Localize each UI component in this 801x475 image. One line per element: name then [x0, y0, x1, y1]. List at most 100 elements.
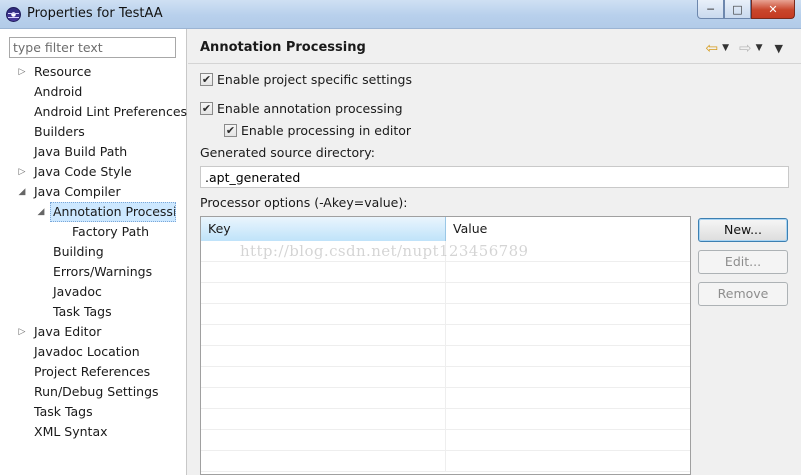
page-nav: ⇦ ▼ ⇨ ▼ ▼ — [706, 39, 783, 57]
tree-item[interactable]: Building — [0, 242, 186, 262]
tree-item[interactable]: Run/Debug Settings — [0, 382, 186, 402]
table-cell — [446, 451, 690, 471]
tree-item-label: Android Lint Preferences — [34, 104, 188, 119]
table-cell — [446, 325, 690, 345]
enable-project-specific-checkbox[interactable]: ✔ — [200, 73, 213, 86]
tree-item[interactable]: ◢Annotation Processing — [0, 202, 186, 222]
tree-item-label: Java Editor — [34, 324, 102, 339]
tree-item[interactable]: Android Lint Preferences — [0, 102, 188, 122]
properties-page: Annotation Processing ⇦ ▼ ⇨ ▼ ▼ ✔ Enable… — [188, 29, 801, 475]
tree-item-label: Resource — [34, 64, 92, 79]
forward-arrow-icon[interactable]: ⇨ — [739, 39, 752, 57]
table-body[interactable] — [201, 241, 690, 472]
window-controls: ─ □ ✕ — [697, 0, 795, 19]
column-header-value[interactable]: Value — [446, 217, 690, 241]
tree-item[interactable]: Task Tags — [0, 402, 186, 422]
table-cell — [446, 241, 690, 261]
enable-processing-in-editor-label: Enable processing in editor — [241, 123, 412, 138]
enable-processing-in-editor-checkbox[interactable]: ✔ — [224, 124, 237, 137]
column-header-key[interactable]: Key — [201, 217, 446, 241]
tree-item-label: Builders — [34, 124, 85, 139]
tree-item[interactable]: Javadoc — [0, 282, 186, 302]
processor-options-label: Processor options (-Akey=value): — [200, 195, 408, 210]
table-row[interactable] — [201, 388, 690, 409]
enable-annotation-processing-row[interactable]: ✔ Enable annotation processing — [200, 101, 403, 116]
tree-item[interactable]: ◢ Java Compiler — [0, 182, 186, 202]
collapse-arrow-icon[interactable]: ◢ — [35, 202, 47, 222]
generated-dir-input[interactable] — [200, 166, 789, 188]
tree-item-label: Android — [34, 84, 83, 99]
expand-arrow-icon[interactable]: ▷ — [16, 62, 28, 82]
table-cell — [446, 367, 690, 387]
tree-item-label: XML Syntax — [34, 424, 108, 439]
table-cell — [201, 367, 446, 387]
tree-item[interactable]: ▷ Java Code Style — [0, 162, 186, 182]
table-row[interactable] — [201, 430, 690, 451]
title-bar[interactable]: Properties for TestAA ─ □ ✕ — [0, 0, 801, 29]
processor-options-table[interactable]: Key Value — [200, 216, 691, 475]
tree-item[interactable]: Factory Path — [0, 222, 186, 242]
table-cell — [446, 346, 690, 366]
tree-item-label: Java Build Path — [34, 144, 128, 159]
tree-item-label: Errors/Warnings — [53, 264, 153, 279]
tree-item[interactable]: ▷ Java Editor — [0, 322, 186, 342]
tree-item-label: Factory Path — [72, 224, 150, 239]
enable-project-specific-label: Enable project specific settings — [217, 72, 412, 87]
tree-item[interactable]: Java Build Path — [0, 142, 186, 162]
table-row[interactable] — [201, 241, 690, 262]
tree-item-label: Javadoc Location — [34, 344, 140, 359]
table-cell — [446, 430, 690, 450]
tree-item-label: Annotation Processing — [50, 202, 176, 222]
eclipse-app-icon — [6, 7, 21, 22]
table-cell — [201, 283, 446, 303]
tree-item[interactable]: Javadoc Location — [0, 342, 186, 362]
minimize-button[interactable]: ─ — [697, 0, 724, 19]
table-row[interactable] — [201, 409, 690, 430]
close-button[interactable]: ✕ — [751, 0, 795, 19]
tree-item[interactable]: Project References — [0, 362, 186, 382]
tree-item[interactable]: Task Tags — [0, 302, 186, 322]
generated-dir-label: Generated source directory: — [200, 145, 375, 160]
table-row[interactable] — [201, 451, 690, 472]
forward-dropdown-icon[interactable]: ▼ — [756, 43, 763, 53]
table-header: Key Value — [201, 217, 690, 241]
remove-button[interactable]: Remove — [698, 282, 788, 306]
preferences-tree: ▷ Resource Android Android Lint Preferences… — [0, 62, 188, 442]
expand-arrow-icon[interactable]: ▷ — [16, 322, 28, 342]
tree-item[interactable]: Android — [0, 82, 186, 102]
table-row[interactable] — [201, 346, 690, 367]
enable-processing-in-editor-row[interactable]: ✔ Enable processing in editor — [224, 123, 411, 138]
table-row[interactable] — [201, 283, 690, 304]
table-row[interactable] — [201, 262, 690, 283]
table-cell — [446, 262, 690, 282]
enable-annotation-processing-checkbox[interactable]: ✔ — [200, 102, 213, 115]
table-cell — [201, 304, 446, 324]
maximize-button[interactable]: □ — [724, 0, 751, 19]
tree-item[interactable]: ▷ Resource — [0, 62, 186, 82]
tree-item[interactable]: XML Syntax — [0, 422, 186, 442]
tree-item-label: Java Code Style — [34, 164, 132, 179]
enable-annotation-processing-label: Enable annotation processing — [217, 101, 403, 116]
enable-project-specific-row[interactable]: ✔ Enable project specific settings — [200, 72, 412, 87]
view-menu-icon[interactable]: ▼ — [775, 42, 783, 55]
table-cell — [201, 325, 446, 345]
tree-item[interactable]: Errors/Warnings — [0, 262, 186, 282]
edit-button[interactable]: Edit... — [698, 250, 788, 274]
tree-item-label: Project References — [34, 364, 151, 379]
tree-item-label: Task Tags — [53, 304, 112, 319]
filter-input[interactable] — [9, 37, 176, 58]
table-row[interactable] — [201, 325, 690, 346]
window-title: Properties for TestAA — [27, 6, 163, 21]
table-cell — [201, 409, 446, 429]
back-dropdown-icon[interactable]: ▼ — [722, 43, 729, 53]
tree-item-label: Java Compiler — [34, 184, 121, 199]
new-button[interactable]: New... — [698, 218, 788, 242]
table-row[interactable] — [201, 304, 690, 325]
table-cell — [446, 283, 690, 303]
expand-arrow-icon[interactable]: ▷ — [16, 162, 28, 182]
collapse-arrow-icon[interactable]: ◢ — [16, 182, 28, 202]
back-arrow-icon[interactable]: ⇦ — [706, 39, 719, 57]
tree-item-label: Run/Debug Settings — [34, 384, 159, 399]
tree-item[interactable]: Builders — [0, 122, 186, 142]
table-row[interactable] — [201, 367, 690, 388]
